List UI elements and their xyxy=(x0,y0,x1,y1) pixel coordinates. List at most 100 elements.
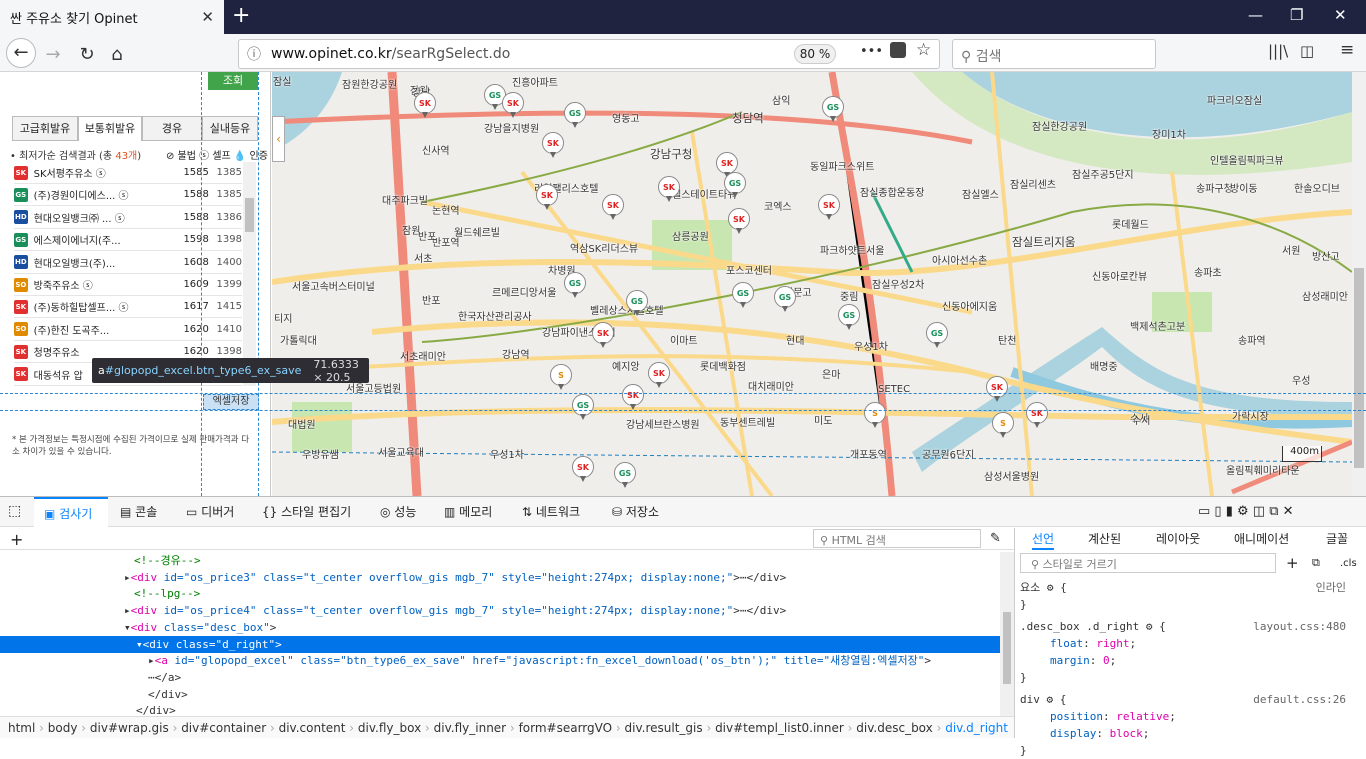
tab-memory[interactable]: ▥ 메모리 xyxy=(444,497,492,527)
station-row[interactable]: GS (주)경원이디에스... ⓢ 1588 1385 xyxy=(14,184,242,207)
forward-arrow-icon[interactable]: → xyxy=(40,42,66,68)
close-icon[interactable]: ✕ xyxy=(201,8,214,26)
browser-tab[interactable]: 싼 주유소 찾기 Opinet ✕ xyxy=(0,0,224,34)
lookup-button[interactable]: 조회 xyxy=(208,72,258,90)
tab-console[interactable]: ▤ 콘솔 xyxy=(120,497,157,527)
station-name[interactable]: 에스제이에너지(주... xyxy=(34,232,157,247)
markup-node[interactable]: <!--lpg--> xyxy=(0,585,1000,602)
breadcrumb-item[interactable]: html xyxy=(8,721,35,735)
gas-station-pin-icon[interactable]: SK xyxy=(602,194,624,220)
css-rule-selector[interactable]: .desc_box .d_right ⚙ {layout.css:480 xyxy=(1020,619,1346,635)
cls-toggle[interactable]: .cls xyxy=(1340,558,1357,569)
gas-station-pin-icon[interactable]: SK xyxy=(502,92,524,118)
gas-station-pin-icon[interactable]: GS xyxy=(732,282,754,308)
tab-animations[interactable]: 애니메이션 xyxy=(1234,528,1289,550)
sidebar-icon[interactable]: ◫ xyxy=(1300,42,1314,60)
station-name[interactable]: (주)동하힐탑셀프... ⓢ xyxy=(34,299,157,314)
markup-node[interactable]: ▸<a id="glopopd_excel" class="btn_type6_… xyxy=(0,652,1000,669)
element-picker-icon[interactable]: ⬚ xyxy=(8,503,21,519)
station-row[interactable]: HD 현대오일뱅크㈜ ... ⓢ 1588 1386 xyxy=(14,207,242,229)
breadcrumb-item[interactable]: div.result_gis xyxy=(625,721,703,735)
station-row[interactable]: SK (주)동하힐탑셀프... ⓢ 1617 1415 xyxy=(14,296,242,319)
pocket-icon[interactable] xyxy=(890,42,906,58)
gas-station-pin-icon[interactable]: S xyxy=(864,402,886,428)
station-name[interactable]: 현대오일뱅크(주)... xyxy=(34,255,157,270)
restore-icon[interactable]: ❐ xyxy=(1290,6,1303,24)
gas-station-pin-icon[interactable]: SK xyxy=(572,456,594,482)
markup-node[interactable]: ⋯</a> xyxy=(0,669,1000,686)
gas-station-pin-icon[interactable]: SK xyxy=(592,322,614,348)
reload-icon[interactable]: ↻ xyxy=(74,42,100,68)
station-name[interactable]: (주)한진 도곡주... xyxy=(34,322,157,337)
add-node-icon[interactable]: + xyxy=(10,530,23,549)
excel-save-button[interactable]: 엑셀저장 xyxy=(203,394,259,410)
markup-node[interactable]: ▸<div id="os_price3" class="t_center ove… xyxy=(0,569,1000,586)
zoom-indicator[interactable]: 80 % xyxy=(794,44,836,64)
station-name[interactable]: 현대오일뱅크㈜ ... ⓢ xyxy=(34,210,157,225)
gas-station-pin-icon[interactable]: SK xyxy=(414,92,436,118)
gas-station-pin-icon[interactable]: GS xyxy=(572,394,594,420)
station-name[interactable]: SK서평주유소 ⓢ xyxy=(34,165,157,180)
gas-station-pin-icon[interactable]: SK xyxy=(818,194,840,220)
breadcrumb-item[interactable]: div#templ_list0.inner xyxy=(715,721,844,735)
breadcrumb-item[interactable]: div.fly_box xyxy=(358,721,421,735)
breadcrumb-item[interactable]: body xyxy=(48,721,78,735)
tab-computed[interactable]: 계산된 xyxy=(1088,528,1121,550)
css-rule-selector[interactable]: div ⚙ {default.css:26 xyxy=(1020,692,1346,708)
breadcrumb[interactable]: html › body › div#wrap.gis › div#contain… xyxy=(0,716,1014,738)
css-declaration[interactable]: float: right; xyxy=(1020,636,1136,652)
fuel-tab-premium[interactable]: 고급휘발유 xyxy=(12,116,78,141)
gas-station-pin-icon[interactable]: GS xyxy=(724,172,746,198)
minimize-icon[interactable]: — xyxy=(1248,6,1263,24)
gas-station-pin-icon[interactable]: SK xyxy=(542,132,564,158)
gas-station-pin-icon[interactable]: GS xyxy=(564,102,586,128)
panel-collapse-button[interactable]: ‹ xyxy=(272,116,285,162)
markup-node[interactable]: ▾<div class="desc_box"> xyxy=(0,619,1000,636)
tab-network[interactable]: ⇅ 네트워크 xyxy=(522,497,580,527)
tab-rules[interactable]: 선언 xyxy=(1032,528,1055,550)
gas-station-pin-icon[interactable]: SK xyxy=(658,176,680,202)
station-row[interactable]: GS 에스제이에너지(주... 1598 1398 xyxy=(14,229,242,252)
tab-storage[interactable]: ⛁ 저장소 xyxy=(612,497,659,527)
window-close-icon[interactable]: ✕ xyxy=(1334,6,1347,24)
html-search-input[interactable]: ⚲ HTML 검색 xyxy=(813,529,981,548)
gas-station-pin-icon[interactable]: SK xyxy=(648,362,670,388)
new-tab-button[interactable]: + xyxy=(232,4,250,28)
back-arrow-icon[interactable]: ← xyxy=(6,38,36,68)
gas-station-pin-icon[interactable]: S xyxy=(550,364,572,390)
markup-node[interactable]: ▾<div class="d_right"> xyxy=(0,635,1000,653)
station-row[interactable]: HD 현대오일뱅크(주)... 1608 1400 xyxy=(14,252,242,274)
tab-debugger[interactable]: ▭ 디버거 xyxy=(186,497,234,527)
station-name[interactable]: 방죽주유소 ⓢ xyxy=(34,277,157,292)
map-view[interactable]: 잠원한강공원 잠원 진흥아파트 강남을지병원 신사역 영동고 청담역 삼익 강남구청 동일파크스위… xyxy=(272,72,1352,496)
breadcrumb-item[interactable]: form#searrgVO xyxy=(519,721,613,735)
breadcrumb-item[interactable]: div.fly_inner xyxy=(434,721,506,735)
gas-station-pin-icon[interactable]: SK xyxy=(986,376,1008,402)
breadcrumb-item[interactable]: div.d_right xyxy=(945,721,1008,735)
markup-node[interactable]: </div> xyxy=(0,686,1000,703)
breadcrumb-item[interactable]: div#wrap.gis xyxy=(90,721,169,735)
gas-station-pin-icon[interactable]: GS xyxy=(564,272,586,298)
page-scrollbar[interactable] xyxy=(1352,72,1366,496)
css-declaration[interactable]: display: block; xyxy=(1020,726,1149,742)
tab-fonts[interactable]: 글꼴 xyxy=(1326,528,1348,550)
breadcrumb-item[interactable]: div.content xyxy=(279,721,346,735)
fuel-tab-diesel[interactable]: 경유 xyxy=(142,116,202,141)
page-actions-icon[interactable]: ••• xyxy=(860,44,883,59)
breadcrumb-item[interactable]: div#container xyxy=(181,721,266,735)
hamburger-menu-icon[interactable]: ≡ xyxy=(1340,40,1354,60)
tab-performance[interactable]: ◎ 성능 xyxy=(380,497,416,527)
markup-scrollbar[interactable] xyxy=(1000,552,1014,716)
list-scrollbar[interactable] xyxy=(243,162,256,386)
dock-options-icon[interactable]: ▭ ▯ ▮ ⚙ ◫ ⧉ ✕ xyxy=(1198,504,1294,519)
tab-inspector[interactable]: ▣ 검사기 xyxy=(34,497,108,527)
gas-station-pin-icon[interactable]: S xyxy=(992,412,1014,438)
station-row[interactable]: SO 방죽주유소 ⓢ 1609 1399 xyxy=(14,274,242,296)
gas-station-pin-icon[interactable]: GS xyxy=(626,290,648,316)
info-icon[interactable]: ⓘ xyxy=(247,44,261,64)
station-row[interactable]: SK SK서평주유소 ⓢ 1585 1385 xyxy=(14,162,242,184)
gas-station-pin-icon[interactable]: SK xyxy=(1026,402,1048,428)
fuel-tab-regular[interactable]: 보통휘발유 xyxy=(78,116,142,141)
breadcrumb-item[interactable]: div.desc_box xyxy=(856,721,932,735)
css-declaration[interactable]: margin: 0; xyxy=(1020,653,1116,669)
